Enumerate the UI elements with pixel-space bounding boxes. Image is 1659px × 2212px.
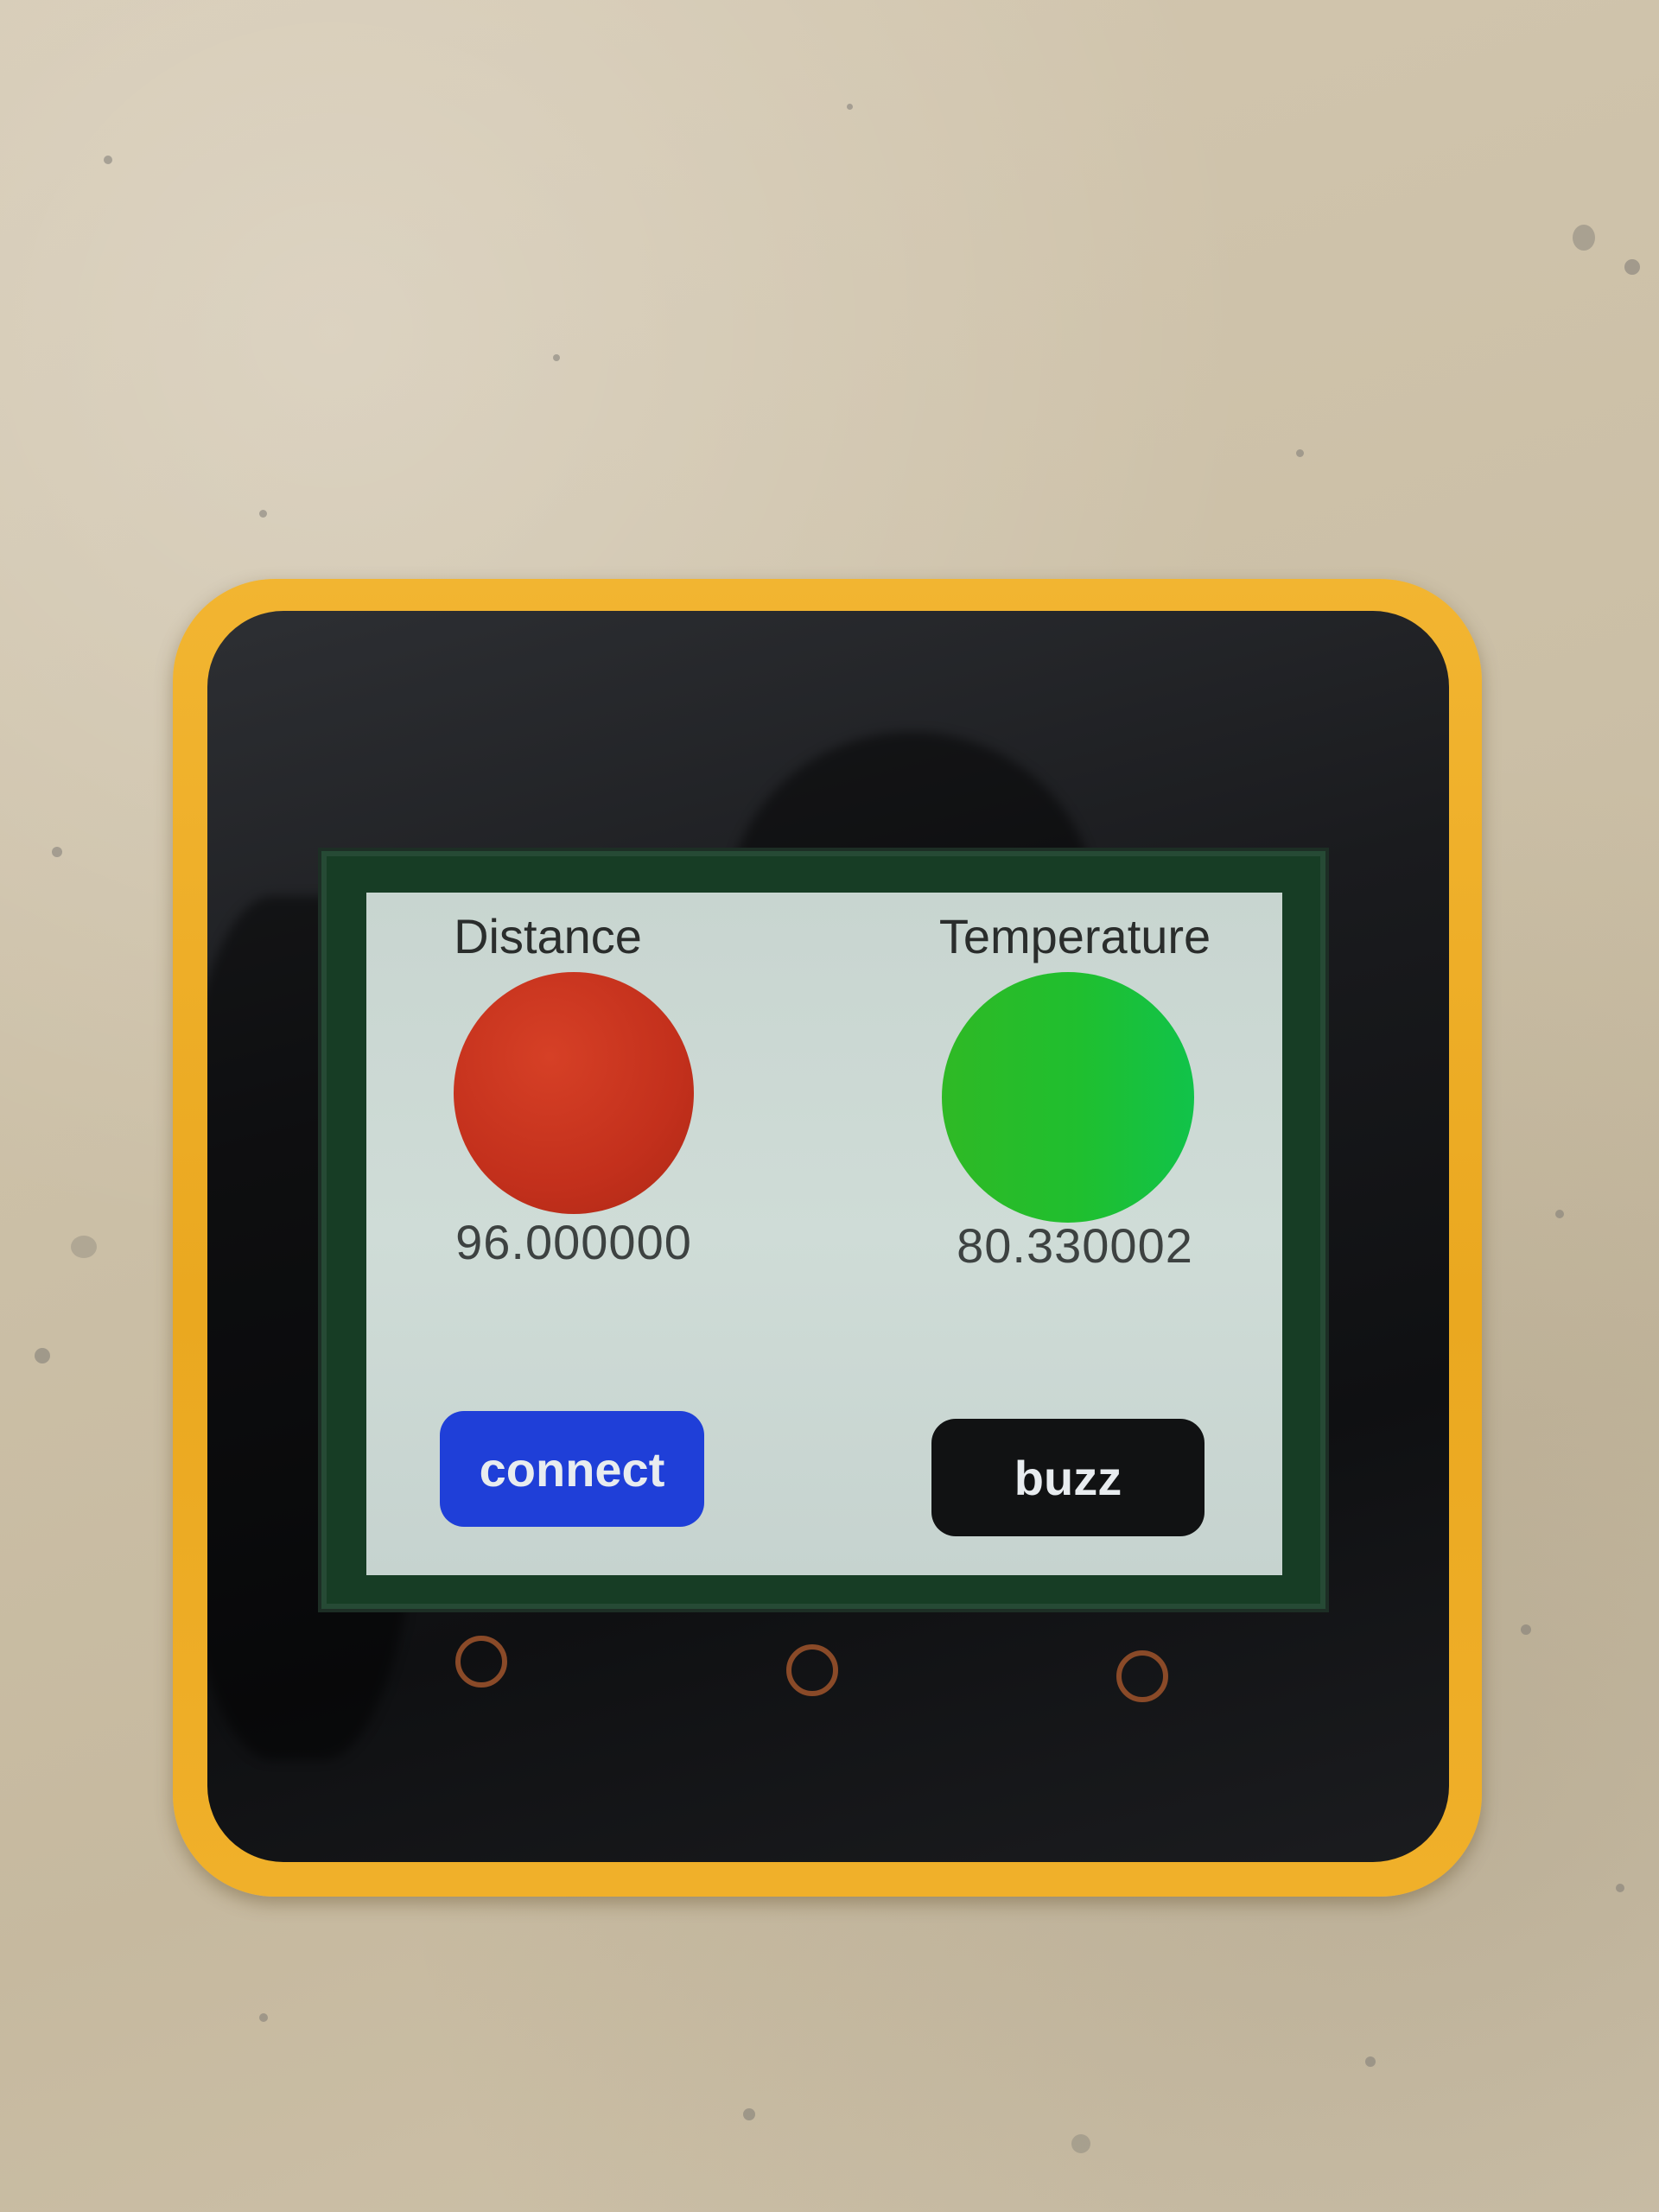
distance-value: 96.000000 bbox=[455, 1215, 692, 1269]
temperature-label: Temperature bbox=[938, 909, 1211, 963]
touch-button-middle[interactable] bbox=[786, 1644, 838, 1696]
buzz-button[interactable]: buzz bbox=[931, 1419, 1205, 1536]
temperature-indicator bbox=[942, 972, 1194, 1223]
distance-indicator bbox=[454, 972, 694, 1214]
temperature-value: 80.330002 bbox=[957, 1218, 1193, 1273]
touch-button-left[interactable] bbox=[455, 1636, 507, 1688]
connect-button[interactable]: connect bbox=[440, 1411, 704, 1527]
touch-button-right[interactable] bbox=[1116, 1650, 1168, 1702]
distance-label: Distance bbox=[454, 909, 642, 963]
display-screen: Distance 96.000000 Temperature 80.330002… bbox=[366, 893, 1282, 1575]
